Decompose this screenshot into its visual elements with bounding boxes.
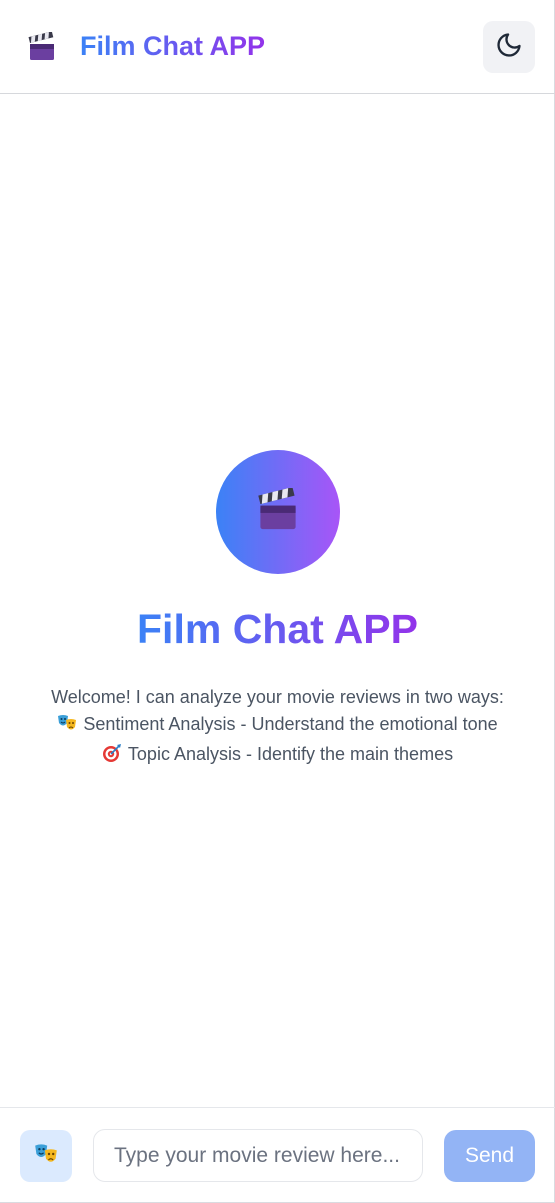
message-input-bar: Send xyxy=(0,1107,555,1203)
theater-masks-icon xyxy=(34,1142,58,1169)
brand: Film Chat APP xyxy=(26,31,265,63)
theme-toggle-button[interactable] xyxy=(483,20,535,73)
welcome-logo xyxy=(215,450,340,574)
clapperboard-icon xyxy=(256,486,300,537)
moon-icon xyxy=(495,31,523,62)
clapperboard-icon xyxy=(26,31,58,63)
analysis-mode-button[interactable] xyxy=(20,1129,72,1182)
send-button[interactable]: Send xyxy=(444,1129,535,1182)
app-root: Film Chat APP Film Chat APP Welcome! I c… xyxy=(0,0,555,1203)
welcome-title: Film Chat APP xyxy=(137,606,418,652)
review-input[interactable] xyxy=(93,1129,423,1182)
target-icon xyxy=(102,743,122,771)
app-title: Film Chat APP xyxy=(80,31,266,61)
theater-masks-icon xyxy=(57,713,77,741)
app-header: Film Chat APP xyxy=(0,0,555,94)
sentiment-feature: Sentiment Analysis - Understand the emot… xyxy=(51,711,504,741)
welcome-description: Welcome! I can analyze your movie review… xyxy=(51,684,504,771)
sentiment-feature-label: Sentiment Analysis - Understand the emot… xyxy=(83,714,498,734)
topic-feature-label: Topic Analysis - Identify the main theme… xyxy=(127,744,454,764)
topic-feature: Topic Analysis - Identify the main theme… xyxy=(51,741,504,771)
welcome-intro: Welcome! I can analyze your movie review… xyxy=(51,687,504,707)
welcome-panel: Film Chat APP Welcome! I can analyze you… xyxy=(0,94,555,1107)
